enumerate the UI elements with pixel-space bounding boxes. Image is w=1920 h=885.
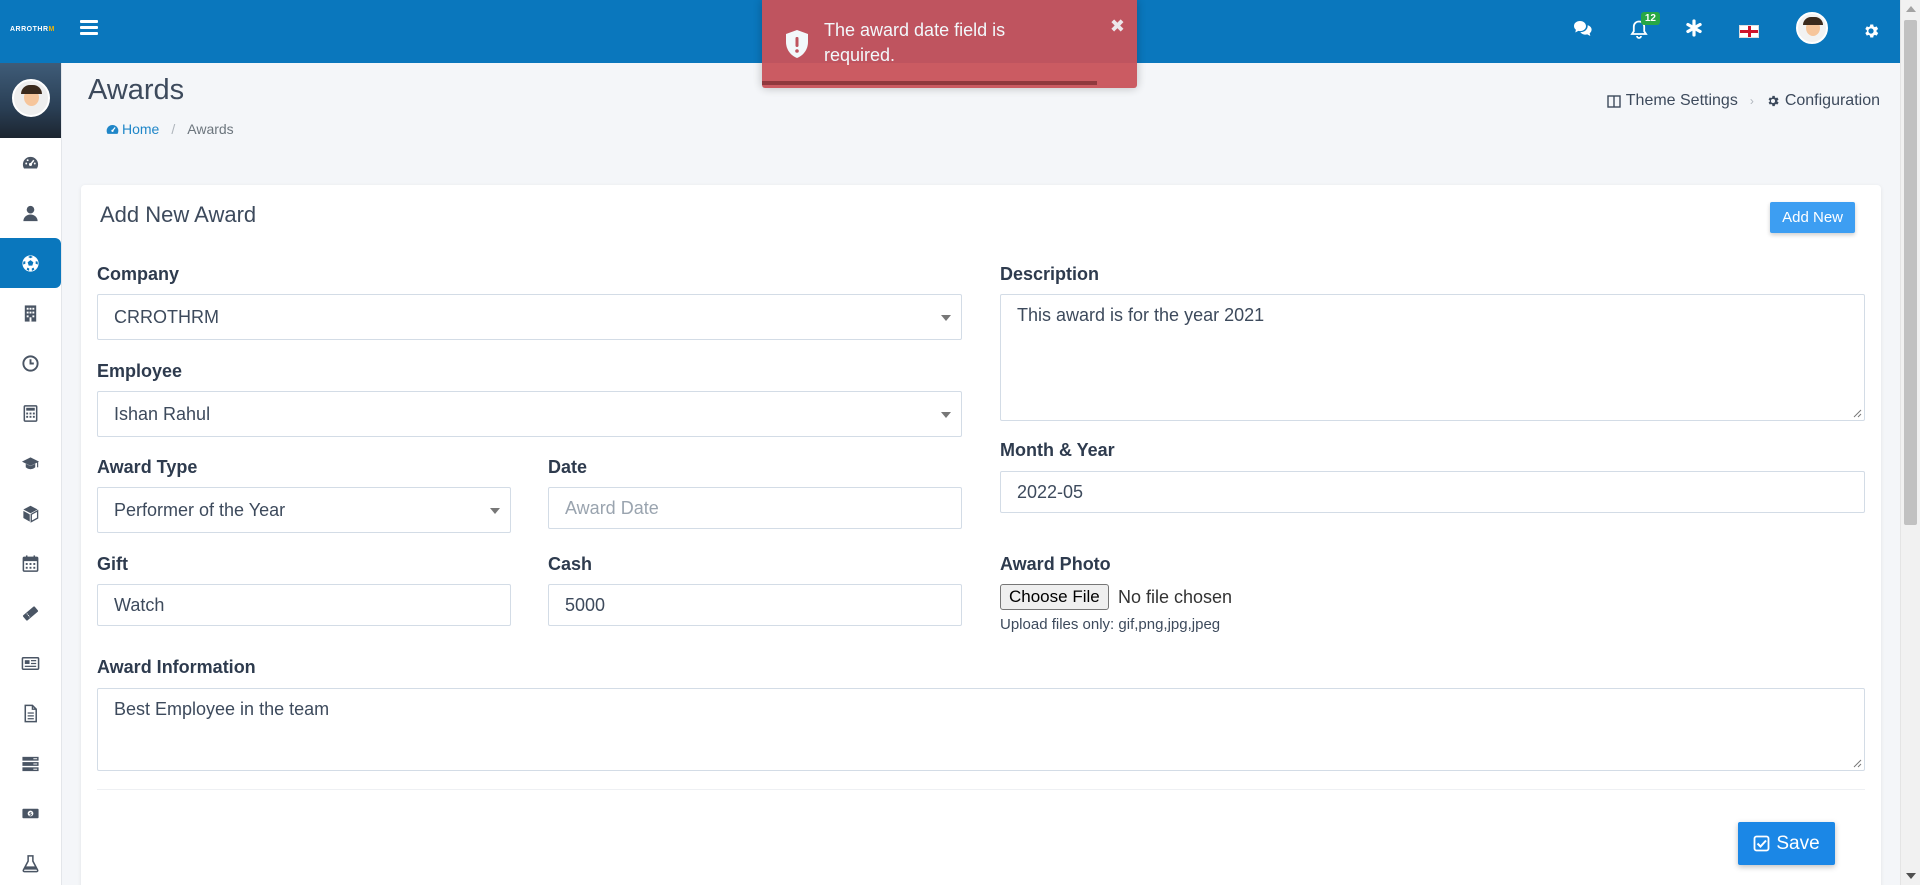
- month-year-value: 2022-05: [1017, 481, 1084, 502]
- toast-message: The award date field is required.: [824, 20, 1006, 65]
- sidebar-profile[interactable]: [0, 63, 61, 138]
- page-title: Awards: [88, 74, 185, 106]
- company-value: CRROTHRM: [114, 306, 219, 327]
- award-type-select[interactable]: Performer of the Year: [97, 487, 511, 533]
- gift-input[interactable]: Watch: [97, 584, 511, 626]
- settings-gear-icon[interactable]: [1862, 22, 1880, 45]
- employee-value: Ishan Rahul: [114, 403, 211, 424]
- chevron-down-icon: [490, 508, 500, 514]
- choose-file-button[interactable]: Choose File: [1000, 584, 1109, 610]
- card-title: Add New Award: [100, 202, 257, 227]
- date-label: Date: [548, 457, 588, 477]
- description-textarea[interactable]: This award is for the year 2021: [1000, 294, 1865, 421]
- user-avatar[interactable]: [1796, 12, 1828, 44]
- award-photo-label: Award Photo: [1000, 554, 1111, 574]
- add-award-card: Add New Award Add New: [81, 185, 1881, 885]
- breadcrumb-home-label: Home: [122, 121, 160, 137]
- award-information-textarea[interactable]: Best Employee in the team: [97, 688, 1865, 771]
- document-icon[interactable]: [0, 688, 61, 738]
- dashboard-icon[interactable]: [0, 138, 61, 188]
- server-icon[interactable]: [0, 738, 61, 788]
- flask-icon[interactable]: [0, 838, 61, 885]
- awards-ball-icon[interactable]: [0, 238, 61, 288]
- language-flag-icon[interactable]: [1739, 25, 1759, 38]
- add-new-button[interactable]: Add New: [1770, 202, 1855, 233]
- employee-select[interactable]: Ishan Rahul: [97, 391, 962, 437]
- user-icon[interactable]: [0, 188, 61, 238]
- sidebar-avatar[interactable]: [12, 79, 50, 117]
- file-status: No file chosen: [1118, 587, 1233, 607]
- bell-icon[interactable]: 12: [1630, 12, 1660, 45]
- clock-icon[interactable]: [0, 338, 61, 388]
- page-scrollbar[interactable]: [1900, 0, 1920, 885]
- employee-label: Employee: [97, 361, 183, 381]
- check-square-icon: [1753, 835, 1770, 852]
- breadcrumb-home[interactable]: Home: [106, 121, 159, 137]
- close-icon[interactable]: ✖: [1110, 16, 1125, 37]
- save-button[interactable]: Save: [1738, 822, 1835, 865]
- breadcrumb-current: Awards: [187, 121, 234, 137]
- cash-label: Cash: [548, 554, 593, 574]
- company-label: Company: [97, 264, 180, 284]
- chat-icon[interactable]: [1573, 20, 1593, 43]
- svg-text:$: $: [29, 811, 32, 817]
- description-value: This award is for the year 2021: [1017, 305, 1265, 325]
- header-links: Theme Settings › Configuration: [1607, 92, 1880, 110]
- columns-icon: [1607, 94, 1621, 108]
- breadcrumb-separator: /: [171, 121, 176, 137]
- breadcrumb: Home / Awards: [106, 121, 234, 137]
- building-icon[interactable]: [0, 288, 61, 338]
- dashboard-icon: [106, 124, 119, 134]
- cash-input[interactable]: 5000: [548, 584, 962, 626]
- gift-label: Gift: [97, 554, 128, 574]
- company-select[interactable]: CRROTHRM: [97, 294, 962, 340]
- chevron-down-icon: [941, 412, 951, 418]
- scroll-down-arrow-icon[interactable]: [1906, 873, 1916, 879]
- divider: [97, 789, 1865, 790]
- error-toast: The award date field is required. ✖: [762, 0, 1137, 88]
- award-date-placeholder: Award Date: [565, 497, 659, 518]
- shield-exclamation-icon: [786, 30, 808, 58]
- ticket-icon[interactable]: [0, 588, 61, 638]
- award-type-label: Award Type: [97, 457, 198, 477]
- toast-progress-bar: [762, 81, 1097, 85]
- money-icon[interactable]: $: [0, 788, 61, 838]
- month-year-label: Month & Year: [1000, 440, 1115, 460]
- award-information-value: Best Employee in the team: [114, 699, 330, 719]
- calculator-icon[interactable]: [0, 388, 61, 438]
- app-logo[interactable]: ARROTHRM: [10, 26, 55, 33]
- award-information-label: Award Information: [97, 657, 256, 677]
- gear-icon: [1768, 95, 1779, 107]
- save-label: Save: [1776, 832, 1820, 854]
- award-type-value: Performer of the Year: [114, 499, 286, 520]
- gift-value: Watch: [114, 594, 165, 615]
- upload-hint: Upload files only: gif,png,jpg,jpeg: [1000, 616, 1221, 633]
- description-label: Description: [1000, 264, 1100, 284]
- newspaper-icon[interactable]: [0, 638, 61, 688]
- menu-toggle-icon[interactable]: [80, 20, 98, 36]
- scroll-up-arrow-icon[interactable]: [1906, 6, 1916, 12]
- chevron-right-icon: ›: [1749, 94, 1754, 108]
- award-date-input[interactable]: Award Date: [548, 487, 962, 529]
- resize-handle-icon[interactable]: [1852, 408, 1862, 418]
- asterisk-icon[interactable]: [1685, 19, 1703, 42]
- calendar-icon[interactable]: [0, 538, 61, 588]
- cash-value: 5000: [565, 594, 606, 615]
- graduation-cap-icon[interactable]: [0, 438, 61, 488]
- chevron-down-icon: [941, 315, 951, 321]
- theme-settings-link[interactable]: Theme Settings: [1607, 92, 1738, 110]
- month-year-input[interactable]: 2022-05: [1000, 471, 1865, 513]
- box-icon[interactable]: [0, 488, 61, 538]
- configuration-link[interactable]: Configuration: [1766, 92, 1880, 110]
- scrollbar-thumb[interactable]: [1904, 20, 1917, 525]
- notification-count-badge: 12: [1640, 12, 1660, 25]
- sidebar: $: [0, 63, 62, 885]
- resize-handle-icon[interactable]: [1852, 758, 1862, 768]
